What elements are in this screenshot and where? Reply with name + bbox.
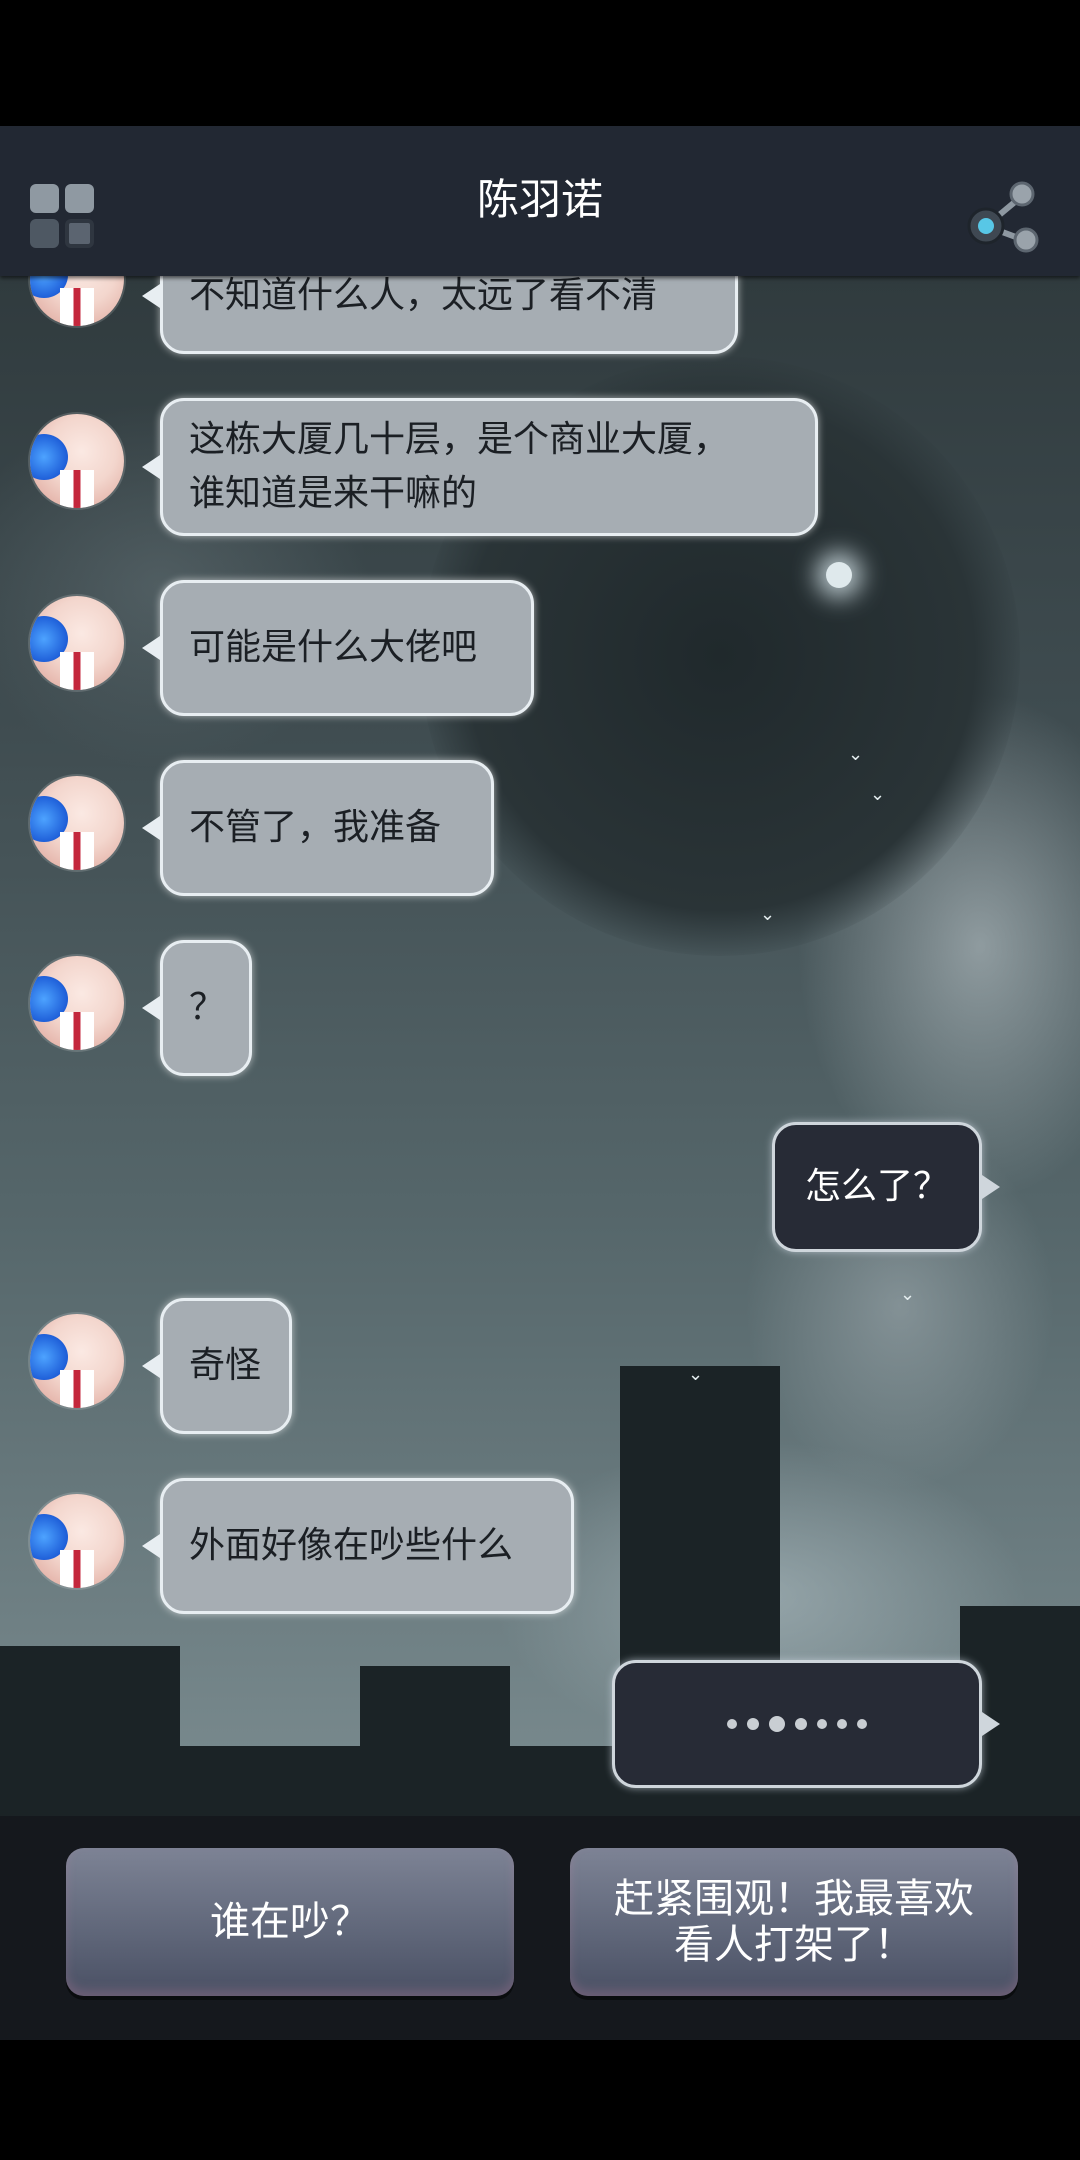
contact-avatar[interactable] (30, 776, 124, 870)
share-icon[interactable] (964, 174, 1048, 258)
reply-choices-bar: 谁在吵？ 赶紧围观！我最喜欢 看人打架了！ (0, 1816, 1080, 2040)
typing-dot-icon (769, 1716, 785, 1732)
contact-avatar[interactable] (30, 1314, 124, 1408)
typing-indicator-bubble (612, 1660, 1000, 1788)
star-glow (826, 562, 852, 588)
bird-icon: ⌄ (870, 784, 886, 805)
avatar-collar (60, 1370, 94, 1408)
bird-icon: ⌄ (900, 1284, 916, 1305)
contact-avatar[interactable] (30, 1494, 124, 1588)
bird-icon: ⌄ (760, 904, 776, 925)
contact-avatar[interactable] (30, 414, 124, 508)
app-screen: ⌄ ⌄ ⌄ ⌄ ⌄ 陈羽诺 不知道什么人，太远了看不清 这栋大厦几十层，是个商业… (0, 0, 1080, 2160)
typing-dot-icon (817, 1719, 827, 1729)
message-bubble-incoming: ？ (142, 940, 252, 1076)
choice-button-1[interactable]: 谁在吵？ (66, 1848, 514, 1996)
page-title: 陈羽诺 (476, 175, 603, 224)
contact-avatar[interactable] (30, 956, 124, 1050)
typing-dots (615, 1716, 979, 1732)
navigation-bar (0, 2040, 1080, 2160)
avatar-collar (60, 1550, 94, 1588)
message-bubble-incoming: 不管了，我准备 (142, 760, 494, 896)
typing-dot-icon (747, 1718, 759, 1730)
chat-header: 陈羽诺 (0, 126, 1080, 276)
silhouette-figure (238, 1746, 254, 1786)
choice-label: 谁在吵？ (210, 1899, 370, 1945)
bird-icon: ⌄ (688, 1364, 704, 1385)
typing-dot-icon (837, 1719, 847, 1729)
avatar-collar (60, 652, 94, 690)
message-bubble-incoming: 可能是什么大佬吧 (142, 580, 534, 716)
choice-button-2[interactable]: 赶紧围观！我最喜欢 看人打架了！ (570, 1848, 1018, 1996)
choice-label: 赶紧围观！我最喜欢 看人打架了！ (614, 1876, 974, 1968)
typing-dot-icon (795, 1718, 807, 1730)
message-bubble-incoming: 外面好像在吵些什么 (142, 1478, 574, 1614)
avatar-collar (60, 288, 94, 326)
avatar-collar (60, 470, 94, 508)
message-bubble-outgoing: 怎么了？ (772, 1122, 1000, 1252)
typing-dot-icon (857, 1719, 867, 1729)
bird-icon: ⌄ (848, 744, 864, 765)
avatar-collar (60, 832, 94, 870)
status-bar (0, 0, 1080, 126)
typing-dot-icon (727, 1719, 737, 1729)
avatar-collar (60, 1012, 94, 1050)
message-bubble-incoming: 奇怪 (142, 1298, 292, 1434)
contact-avatar[interactable] (30, 596, 124, 690)
message-bubble-incoming: 这栋大厦几十层，是个商业大厦， 谁知道是来干嘛的 (142, 398, 818, 536)
